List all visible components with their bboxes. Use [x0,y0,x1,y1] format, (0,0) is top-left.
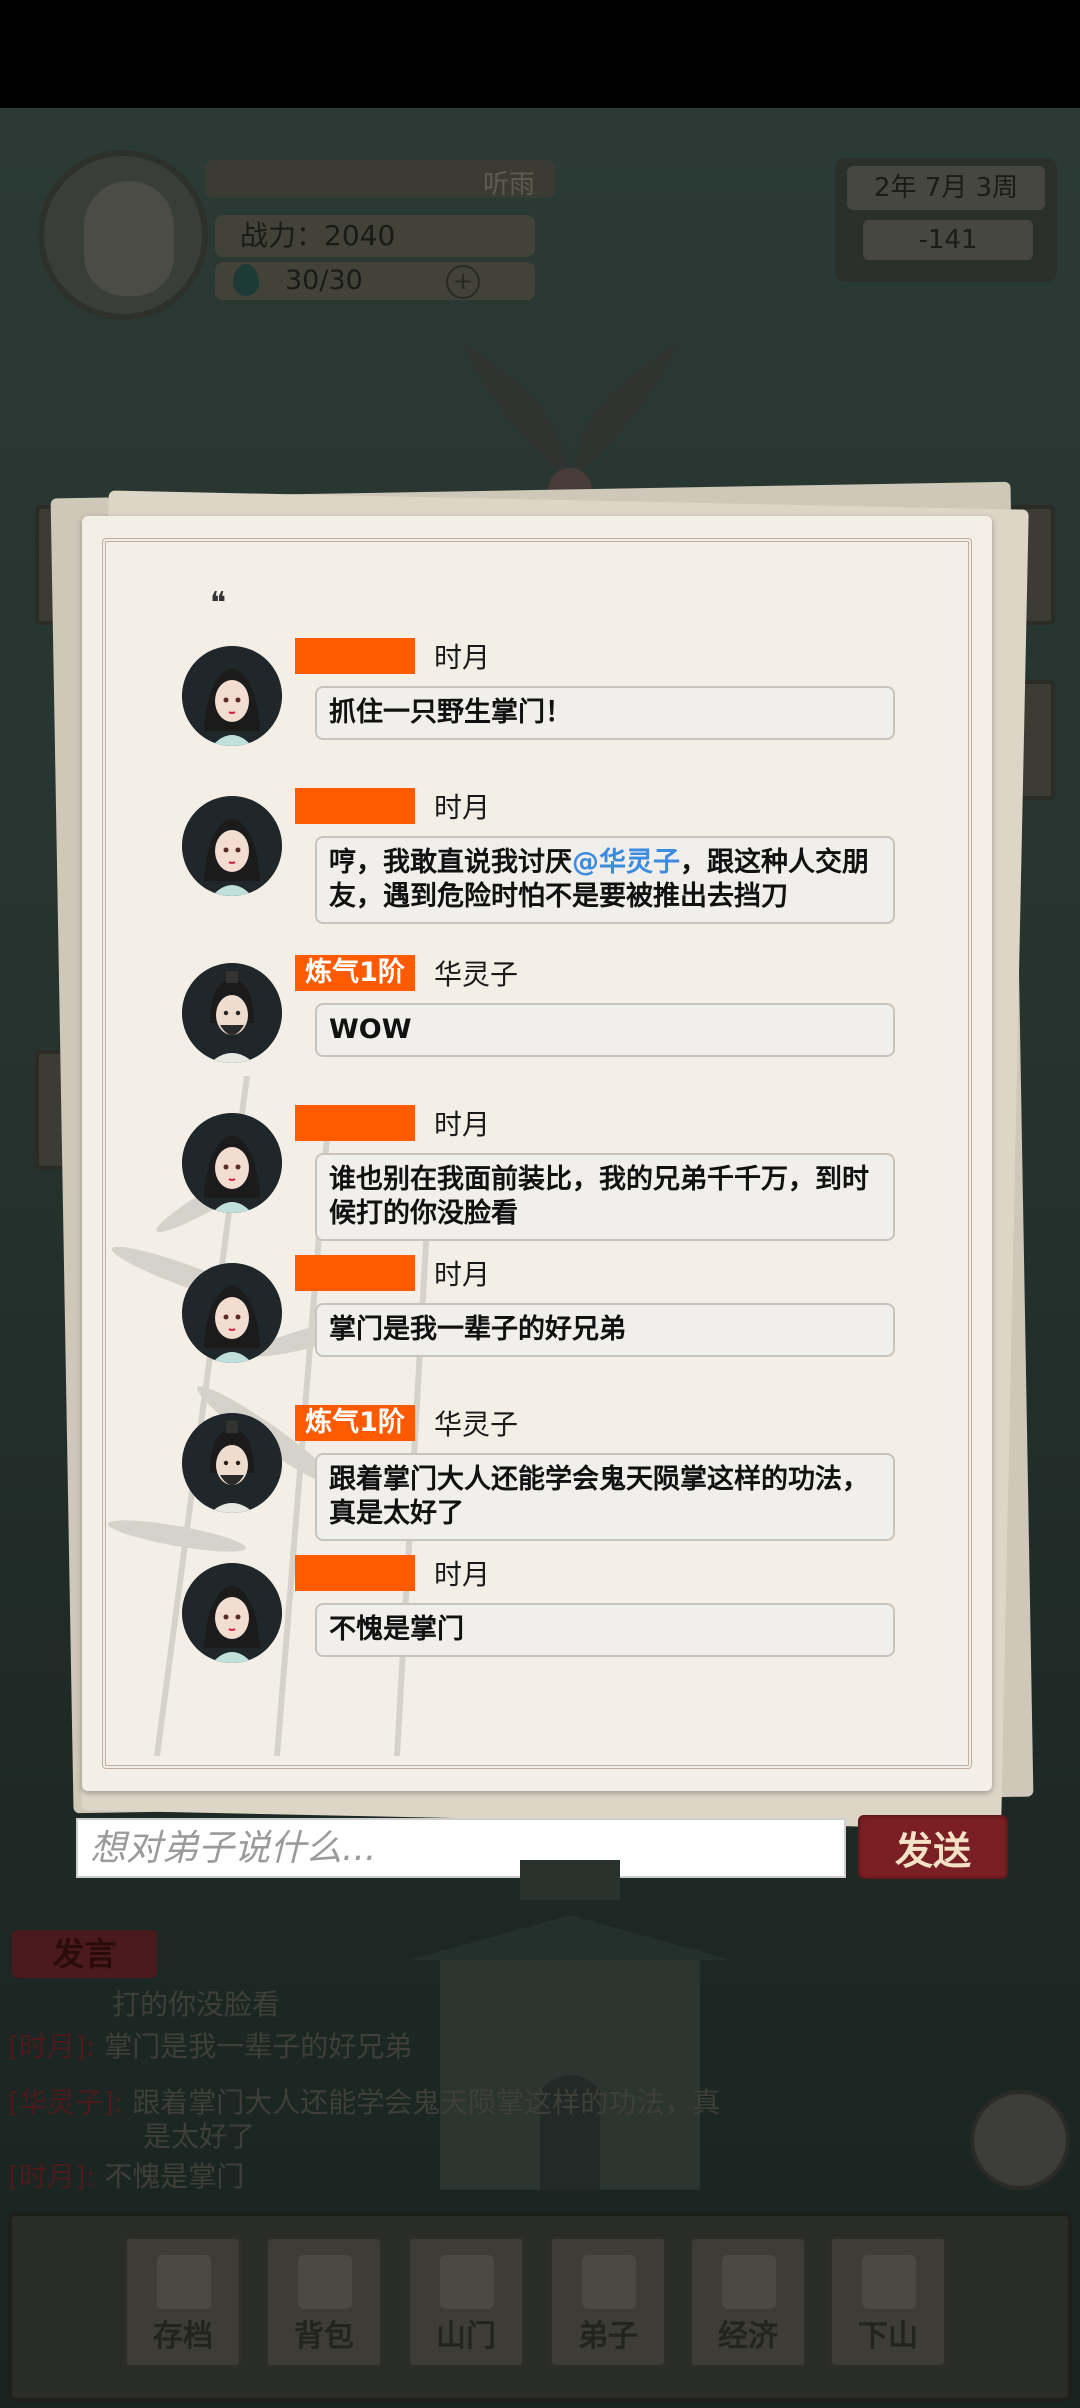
mention-link[interactable]: @华灵子 [572,847,680,878]
rank-badge: 炼气1阶 [295,955,415,991]
female-disciple-icon [182,646,282,746]
player-name-bar: 听雨 [205,160,555,200]
chat-bubble-icon[interactable] [970,2090,1070,2190]
date-panel: 2年 7月 3周 -141 [835,158,1057,282]
nav-label: 下山 [858,2319,918,2354]
sender-name: 华灵子 [434,1408,519,1441]
nav-label: 弟子 [578,2319,638,2354]
power-display: 战力：2040 [215,215,535,257]
avatar[interactable] [182,963,282,1063]
temple-gate-icon [410,1860,730,2190]
chat-log-line: 是太好了 [143,2120,255,2154]
message-text: 哼，我敢直说我讨厌 [329,847,572,878]
avatar[interactable] [182,1263,282,1363]
currency-value: -141 [918,225,978,255]
message-bubble: 跟着掌门大人还能学会鬼天陨掌这样的功法，真是太好了 [315,1453,895,1541]
male-disciple-icon [182,963,282,1063]
currency-display: -141 [863,220,1033,260]
status-bar [0,0,1080,108]
nav-label: 经济 [718,2319,778,2354]
chat-log-line: [华灵子]: 跟着掌门大人还能学会鬼天陨掌这样的功法，真 [8,2086,720,2120]
female-disciple-icon [182,1263,282,1363]
rank-badge [295,638,415,674]
stamina-value: 30/30 [285,265,363,296]
avatar[interactable] [182,1413,282,1513]
send-button[interactable]: 发送 [858,1815,1008,1879]
chat-log-text: 跟着掌门大人还能学会鬼天陨掌这样的功法，真 [132,2086,721,2119]
male-disciple-icon [182,1413,282,1513]
rank-badge [295,1555,415,1591]
avatar[interactable] [182,796,282,896]
nav-save-button[interactable]: 存档 [124,2236,242,2368]
message-bubble: 谁也别在我面前装比，我的兄弟千千万，到时候打的你没脸看 [315,1153,895,1241]
chat-log-text: 是太好了 [143,2120,256,2153]
message-bubble: 哼，我敢直说我讨厌@华灵子，跟这种人交朋友，遇到危险时怕不是要被推出去挡刀 [315,836,895,924]
player-name: 听雨 [482,170,535,200]
mountain-icon [862,2255,916,2309]
rank-badge [295,1255,415,1291]
female-disciple-icon [182,1113,282,1213]
nav-economy-button[interactable]: 经济 [689,2236,807,2368]
nav-gate-button[interactable]: 山门 [407,2236,525,2368]
rank-badge [295,1105,415,1141]
stamina-drop-icon [233,264,259,296]
message-bubble: 掌门是我一辈子的好兄弟 [315,1303,895,1357]
sender-name: 时月 [434,641,491,674]
avatar[interactable] [182,646,282,746]
nav-descend-button[interactable]: 下山 [829,2236,947,2368]
quote-mark-icon: ❝ [210,586,227,621]
rank-badge [295,788,415,824]
avatar[interactable] [182,1113,282,1213]
chat-log-text: 打的你没脸看 [112,1988,281,2021]
chat-dialog: ❝ 时月 抓住一只野生掌门！ 时月 哼，我敢直说我讨厌@华灵子，跟这种人交朋友，… [82,516,992,1791]
sender-name: 华灵子 [434,958,519,991]
female-disciple-icon [182,1563,282,1663]
sender-name: 时月 [434,1108,491,1141]
message-bubble: 抓住一只野生掌门！ [315,686,895,740]
nav-label: 背包 [294,2319,354,2354]
stamina-display: 30/30 + [215,262,535,300]
bag-icon [298,2255,352,2309]
chat-log-text: 掌门是我一辈子的好兄弟 [104,2030,413,2063]
add-stamina-icon[interactable]: + [446,265,480,299]
chat-log-line: 打的你没脸看 [112,1988,280,2022]
scroll-icon [157,2255,211,2309]
chat-log-sender: [时月]: [8,2160,96,2193]
chat-log-title: 发言 [12,1930,157,1978]
rank-badge: 炼气1阶 [295,1405,415,1441]
disciple-icon [582,2255,636,2309]
chat-log-sender: [华灵子]: [8,2086,124,2119]
player-avatar[interactable] [38,150,208,320]
nav-bag-button[interactable]: 背包 [265,2236,383,2368]
nav-label: 山门 [436,2319,496,2354]
economy-icon [722,2255,776,2309]
message-bubble: 不愧是掌门 [315,1603,895,1657]
date-text: 2年 7月 3周 [847,166,1045,210]
chat-log-sender: [时月]: [8,2030,96,2063]
sender-name: 时月 [434,1558,491,1591]
nav-label: 存档 [153,2319,213,2354]
gate-icon [440,2255,494,2309]
chat-log-line: [时月]: 不愧是掌门 [8,2160,244,2194]
female-disciple-icon [182,796,282,896]
chat-log-text: 不愧是掌门 [104,2160,245,2193]
chat-log-line: [时月]: 掌门是我一辈子的好兄弟 [8,2030,412,2064]
sender-name: 时月 [434,791,491,824]
message-bubble: WOW [315,1003,895,1057]
nav-disciples-button[interactable]: 弟子 [549,2236,667,2368]
avatar[interactable] [182,1563,282,1663]
sender-name: 时月 [434,1258,491,1291]
